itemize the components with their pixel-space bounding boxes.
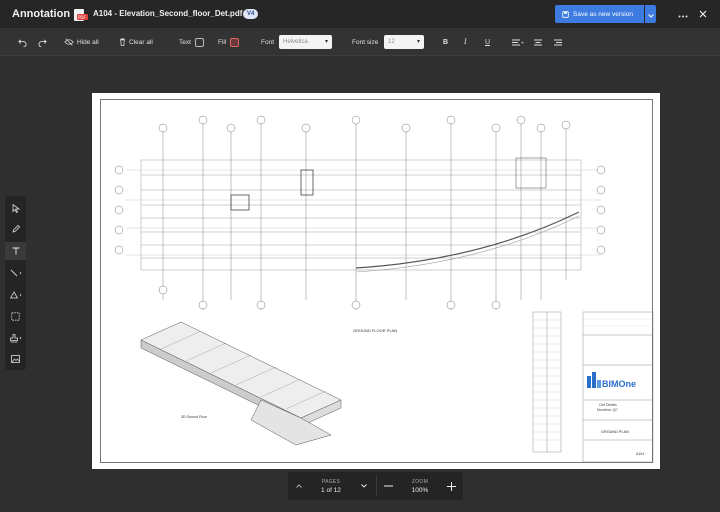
tool-palette [5, 196, 26, 370]
text-tool[interactable] [5, 242, 26, 260]
trash-icon [119, 38, 126, 46]
save-button-label: Save as new version [573, 10, 633, 18]
chevron-down-icon: ▾ [416, 39, 420, 45]
dashed-rectangle-icon [11, 311, 20, 321]
bold-button[interactable]: B [443, 36, 448, 48]
align-center-button[interactable] [534, 36, 542, 48]
align-center-icon [534, 39, 542, 45]
plan-title: GROUND FLOOR PLAN [353, 328, 397, 333]
font-select[interactable]: Helvetica ▾ [279, 35, 332, 49]
select-tool[interactable] [5, 199, 26, 217]
font-select-value: Helvetica [283, 39, 308, 45]
underline-button[interactable]: U [485, 36, 490, 48]
font-size-label: Font size [352, 38, 379, 46]
align-left-icon [512, 39, 524, 45]
annotation-app: Annotation PDF A104 - Elevation_Second_f… [0, 0, 720, 512]
text-icon [12, 247, 19, 255]
cursor-icon [12, 203, 20, 213]
text-label: Text [179, 38, 191, 46]
drawing-sheet: GROUND FLOOR PLAN 3D Ground Floor BIMOne… [100, 99, 654, 463]
zoom-in-button[interactable] [441, 472, 461, 500]
font-size-select[interactable]: 12 ▾ [384, 35, 424, 49]
client-line-2: Montréal, QC [597, 408, 618, 412]
pages-caption: PAGES [321, 478, 341, 485]
pen-tool[interactable] [5, 220, 26, 238]
chevron-down-icon [647, 5, 654, 23]
clear-all-button[interactable]: Clear all [119, 36, 153, 48]
stamp-icon [9, 333, 21, 342]
close-icon [699, 5, 707, 23]
pdf-file-icon: PDF [74, 8, 88, 21]
align-right-button[interactable] [554, 36, 562, 48]
image-icon [11, 355, 20, 363]
shape-tool[interactable] [5, 286, 26, 304]
fill-color-swatch[interactable] [230, 37, 240, 47]
svg-text:PDF: PDF [78, 15, 86, 20]
architectural-drawing: GROUND FLOOR PLAN 3D Ground Floor BIMOne… [114, 115, 654, 463]
title-bar: Annotation PDF A104 - Elevation_Second_f… [0, 0, 720, 28]
line-icon [10, 269, 21, 277]
redo-button[interactable] [38, 36, 47, 48]
clear-all-label: Clear all [129, 38, 153, 46]
zoom-caption: ZOOM [411, 478, 429, 485]
font-label: Font [261, 38, 275, 46]
italic-button[interactable]: I [464, 36, 467, 48]
undo-button[interactable] [18, 36, 27, 48]
fill-toggle[interactable]: Fill [218, 36, 240, 48]
pages-value: 1 of 12 [321, 486, 341, 494]
italic-icon: I [464, 38, 467, 46]
plus-icon [446, 481, 456, 491]
chevron-down-icon: ▾ [324, 39, 328, 45]
zoom-out-button[interactable] [378, 472, 398, 500]
area-select-tool[interactable] [5, 307, 26, 325]
save-options-dropdown[interactable] [645, 5, 656, 23]
zoom-indicator: ZOOM 100% [400, 472, 440, 500]
pen-icon [11, 225, 20, 233]
page-indicator: PAGES 1 of 12 [310, 472, 352, 500]
next-page-button[interactable] [354, 472, 374, 500]
save-icon [562, 5, 569, 23]
align-right-icon [554, 39, 562, 45]
fill-label: Fill [218, 38, 227, 46]
stamp-tool[interactable] [5, 329, 26, 347]
iso-caption: 3D Ground Floor [181, 415, 208, 419]
file-name: A104 - Elevation_Second_floor_Det.pdf [93, 9, 243, 18]
bimone-logo: BIMOne [587, 372, 636, 389]
text-checkbox[interactable] [194, 37, 204, 47]
line-tool[interactable] [5, 264, 26, 282]
undo-icon [18, 38, 27, 47]
pager-control: PAGES 1 of 12 ZOOM 100% [288, 472, 463, 500]
document-page[interactable]: GROUND FLOOR PLAN 3D Ground Floor BIMOne… [92, 93, 660, 469]
triangle-icon [9, 291, 21, 299]
more-options-button[interactable] [676, 7, 690, 21]
text-toggle[interactable]: Text [179, 36, 204, 48]
sheet-title: GROUND PLAN [601, 430, 629, 434]
font-size-value: 12 [388, 39, 395, 45]
save-as-new-version-button[interactable]: Save as new version [555, 5, 644, 23]
client-line-1: Cell Details [599, 403, 617, 407]
zoom-value: 100% [411, 486, 429, 494]
bold-icon: B [443, 38, 449, 46]
minus-icon [383, 485, 393, 487]
close-button[interactable] [696, 7, 710, 21]
hide-all-label: Hide all [77, 38, 99, 46]
image-tool[interactable] [5, 350, 26, 368]
version-badge[interactable]: V4 [243, 9, 259, 19]
previous-page-button[interactable] [288, 472, 310, 500]
redo-icon [38, 38, 47, 47]
hide-all-button[interactable]: Hide all [64, 36, 99, 48]
sheet-number: A104 [636, 452, 644, 456]
align-left-button[interactable] [512, 36, 524, 48]
app-title: Annotation [12, 8, 71, 20]
annotation-toolbar: Hide all Clear all Text Fill Font Helvet… [0, 28, 720, 56]
more-horizontal-icon [678, 5, 688, 23]
underline-icon: U [485, 38, 491, 46]
logo-text: BIMOne [602, 379, 636, 389]
chevron-up-icon [296, 484, 302, 488]
chevron-down-icon [361, 484, 367, 488]
eye-off-icon [64, 38, 74, 46]
pager-divider [376, 476, 377, 496]
